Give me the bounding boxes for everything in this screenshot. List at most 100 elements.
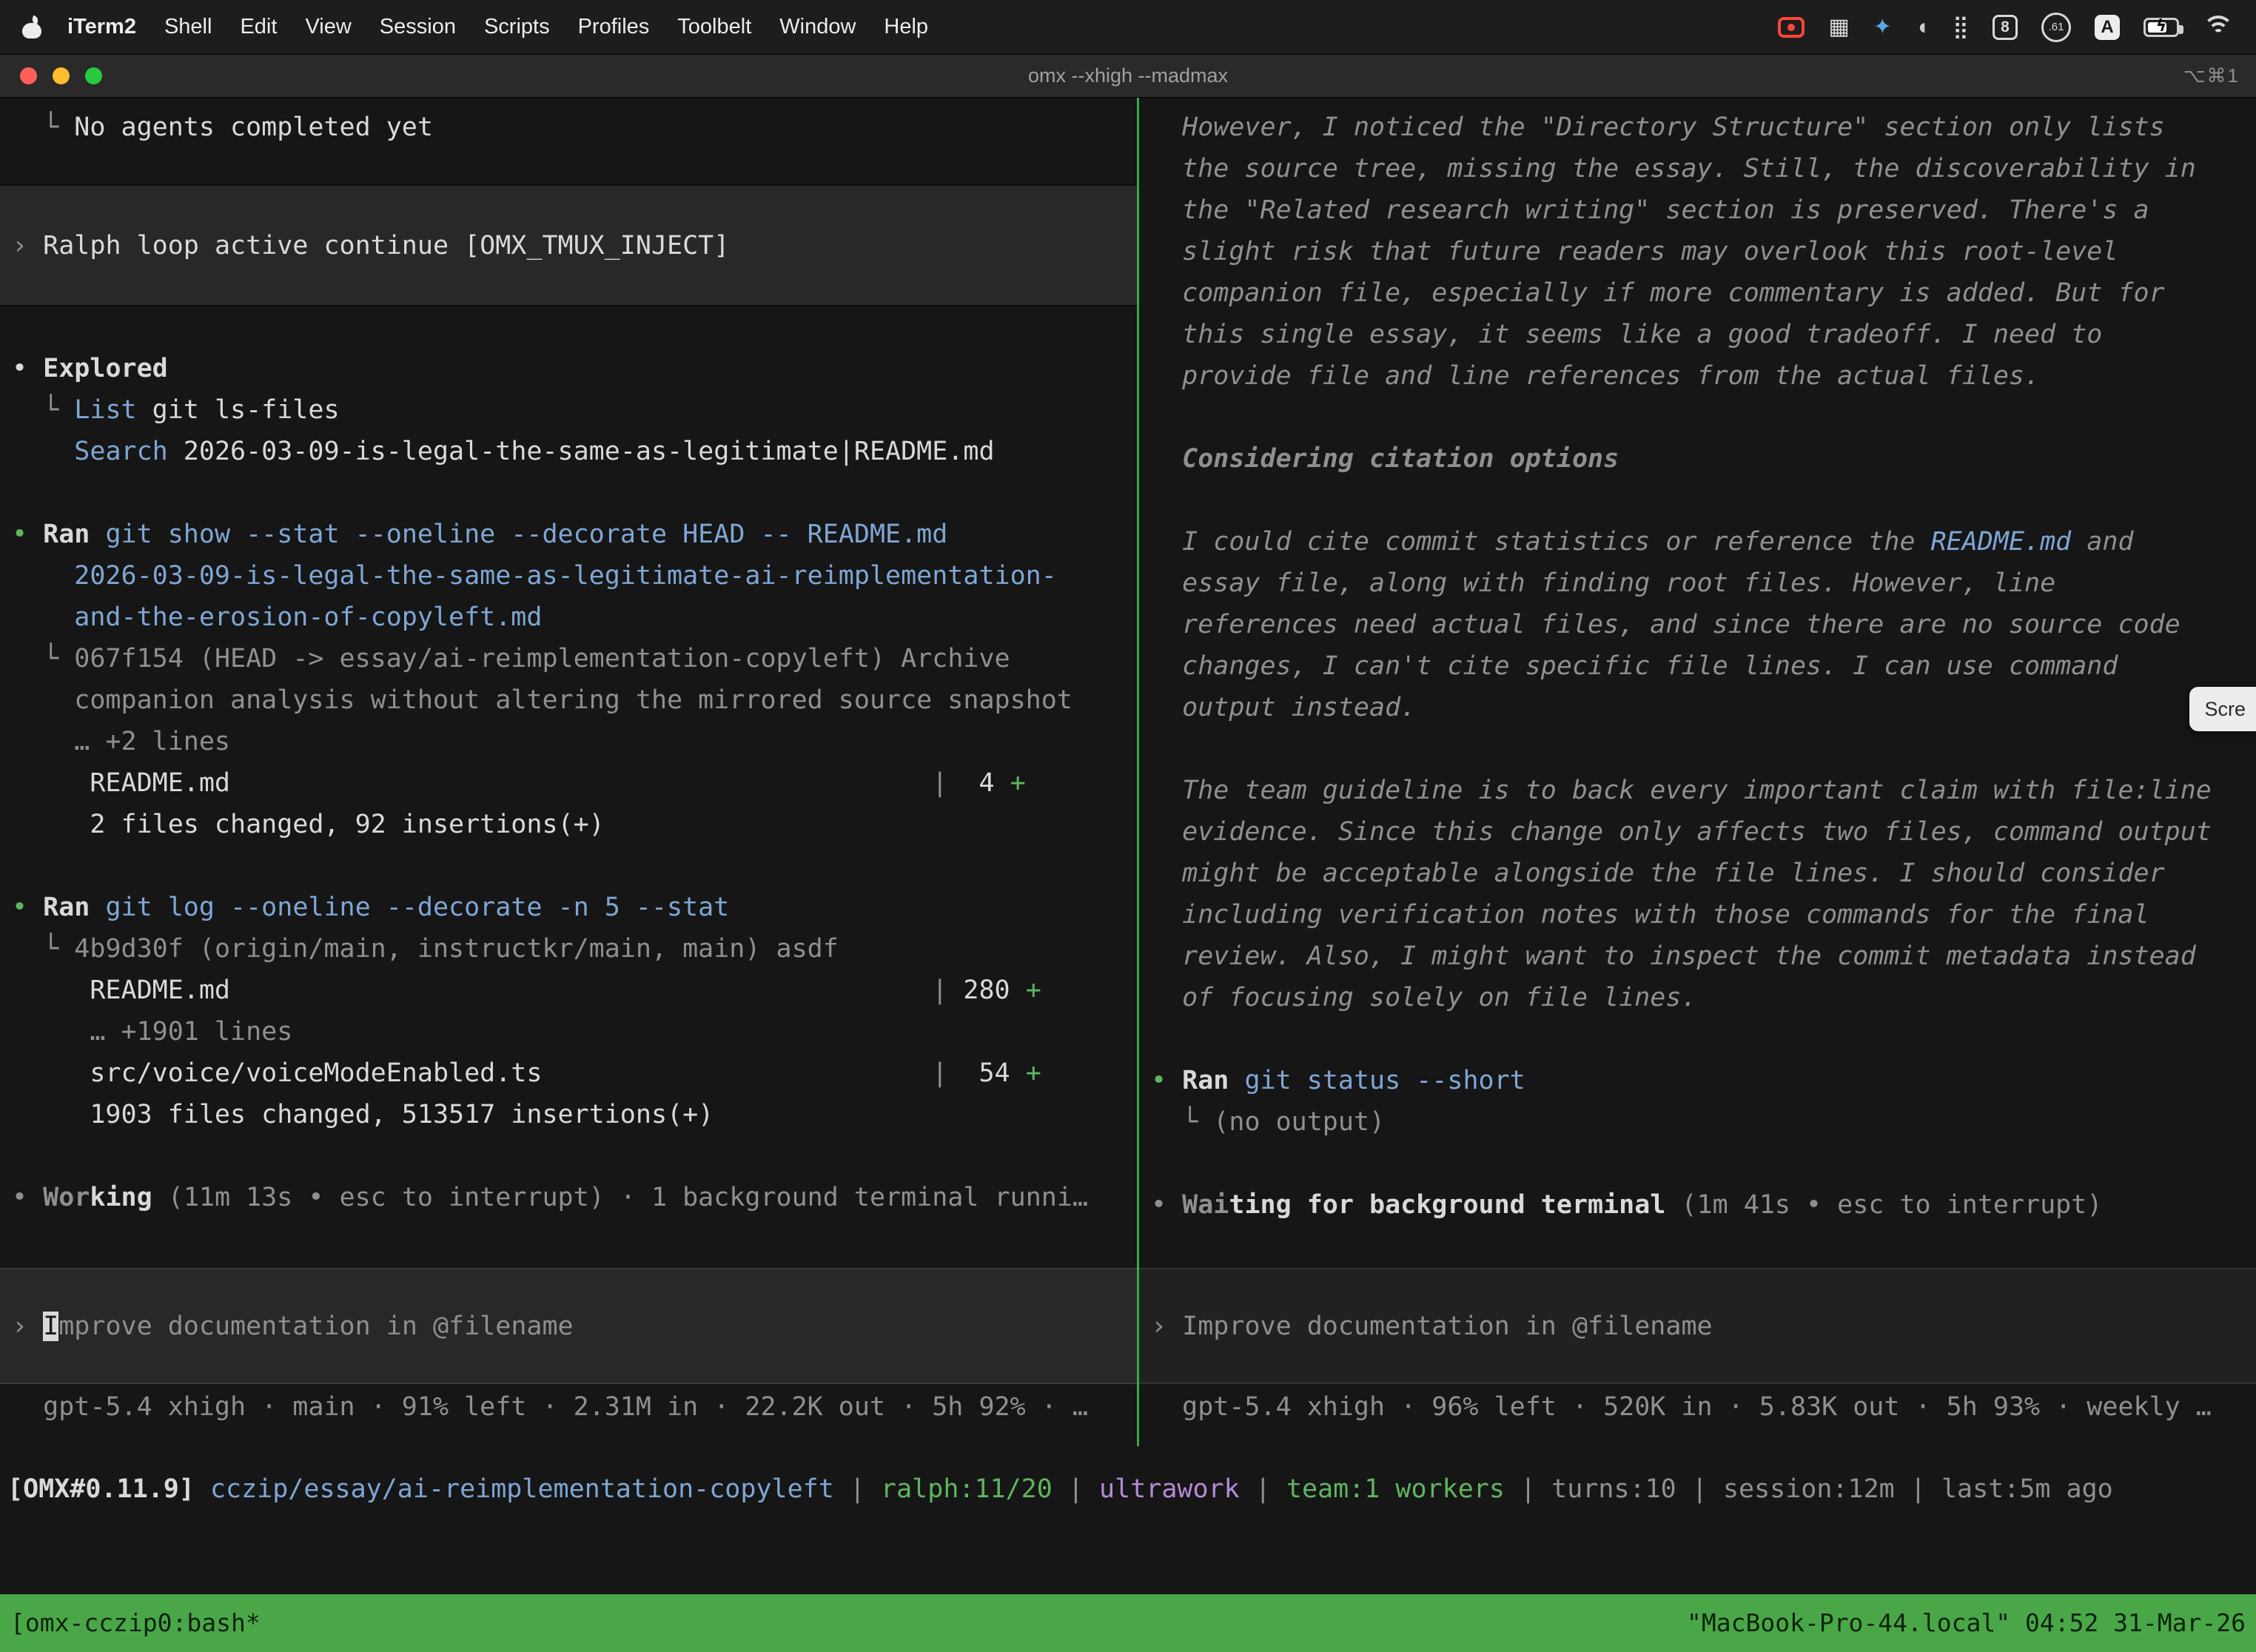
- window-grid-icon[interactable]: ▦: [1828, 16, 1849, 38]
- terminal-line: including verification notes with those …: [1139, 894, 2256, 936]
- text-run: README.md: [12, 976, 230, 1005]
- text-run: |: [834, 1474, 881, 1504]
- text-run: └: [12, 934, 74, 964]
- text-run: ting for background terminal: [1229, 1190, 1665, 1220]
- text-run: evidence. Since this change only affects…: [1151, 817, 2212, 847]
- tmux-host-clock-label: "MacBook-Pro-44.local" 04:52 31-Mar-26: [1687, 1594, 2246, 1652]
- terminal-line: src/voice/voiceModeEnabled.ts | 54 +: [0, 1052, 1137, 1094]
- explored-header: • Explored: [0, 348, 1137, 389]
- terminal-line: output instead.: [1139, 687, 2256, 728]
- text-run: |: [932, 976, 947, 1005]
- menu-item-toolbelt[interactable]: Toolbelt: [663, 15, 765, 39]
- text-run: essay file, along with finding root file…: [1151, 568, 2055, 598]
- text-run: output instead.: [1151, 693, 1416, 722]
- explored-item-list: └ List git ls-files: [0, 389, 1137, 431]
- terminal-line: changes, I can't cite specific file line…: [1139, 645, 2256, 687]
- text-run: [230, 976, 932, 1005]
- reasoning-heading: Considering citation options: [1139, 438, 2256, 480]
- menu-item-shell[interactable]: Shell: [150, 15, 226, 39]
- text-run: git log --oneline --decorate -n 5 --stat: [105, 893, 729, 922]
- terminal-line: The team guideline is to back every impo…: [1139, 770, 2256, 811]
- terminal-line: 1903 files changed, 513517 insertions(+): [0, 1094, 1137, 1135]
- text-run: slight risk that future readers may over…: [1151, 237, 2118, 266]
- text-run: •: [1151, 1190, 1182, 1220]
- screen-share-tab[interactable]: Scre: [2189, 687, 2256, 731]
- text-run: review. Also, I might want to inspect th…: [1151, 941, 2196, 971]
- model-status-line: gpt-5.4 xhigh · main · 91% left · 2.31M …: [0, 1386, 1137, 1428]
- text-run: and: [2071, 527, 2133, 557]
- blank-line: [1139, 1143, 2256, 1184]
- close-button[interactable]: [20, 67, 37, 84]
- text-run: •: [1151, 1066, 1182, 1095]
- text-run: 2 files changed, 92 insertions(+): [12, 810, 605, 839]
- text-run: README.md: [1931, 527, 2072, 557]
- menu-items: iTerm2ShellEditViewSessionScriptsProfile…: [53, 15, 942, 39]
- menu-item-session[interactable]: Session: [366, 15, 470, 39]
- text-run: [OMX#0.11.9]: [7, 1474, 210, 1504]
- menu-bar: iTerm2ShellEditViewSessionScriptsProfile…: [0, 0, 2256, 55]
- terminal-line: … +1901 lines: [0, 1011, 1137, 1052]
- text-run: +: [1010, 768, 1026, 798]
- menu-item-window[interactable]: Window: [765, 15, 870, 39]
- text-run: 1903 files changed, 513517 insertions(+): [12, 1100, 714, 1129]
- text-run: gpt-5.4 xhigh · 96% left · 520K in · 5.8…: [1151, 1392, 2212, 1422]
- text-run: mprove documentation in @filename: [58, 1312, 573, 1341]
- text-run: I could cite commit statistics or refere…: [1151, 527, 1931, 557]
- text-run: •: [12, 354, 43, 383]
- text-run: Ran: [43, 893, 105, 922]
- text-run: src/voice/voiceModeEnabled.ts: [12, 1058, 542, 1088]
- blank-line: [1139, 397, 2256, 438]
- text-run: README.md: [12, 768, 230, 798]
- terminal-line: evidence. Since this change only affects…: [1139, 811, 2256, 853]
- text-run: 067f154 (HEAD -> essay/ai-reimplementati…: [74, 644, 1010, 674]
- text-run: changes, I can't cite specific file line…: [1151, 651, 2118, 681]
- text-run: the "Related research writing" section i…: [1151, 195, 2149, 225]
- menu-item-iterm2[interactable]: iTerm2: [53, 15, 150, 39]
- wifi-icon[interactable]: [2203, 16, 2234, 39]
- menu-item-scripts[interactable]: Scripts: [470, 15, 564, 39]
- text-run: |: [1676, 1474, 1723, 1504]
- prompt-input-right[interactable]: › Improve documentation in @filename: [1139, 1268, 2256, 1384]
- battery-icon[interactable]: ϟ: [2143, 18, 2179, 37]
- text-run: 4b9d30f (origin/main, instructkr/main, m…: [74, 934, 839, 964]
- text-run: |: [932, 1058, 947, 1088]
- text-run: Wor: [43, 1183, 90, 1212]
- text-run: List: [74, 395, 136, 425]
- dark-app-icon[interactable]: ◖: [1916, 16, 1929, 38]
- menu-item-profiles[interactable]: Profiles: [564, 15, 664, 39]
- omx-status-region: [OMX#0.11.9] cczip/essay/ai-reimplementa…: [0, 1446, 2256, 1594]
- text-run: the source tree, missing the essay. Stil…: [1151, 154, 2196, 184]
- terminal-line: might be acceptable alongside the file l…: [1139, 853, 2256, 894]
- terminal-line: I could cite commit statistics or refere…: [1139, 521, 2256, 563]
- menu-item-help[interactable]: Help: [870, 15, 942, 39]
- pane-right[interactable]: However, I noticed the "Directory Struct…: [1139, 98, 2256, 1446]
- zoom-button[interactable]: [85, 67, 102, 84]
- terminal-line: this single essay, it seems like a good …: [1139, 314, 2256, 355]
- text-run: … +1901 lines: [12, 1017, 292, 1047]
- screen: iTerm2ShellEditViewSessionScriptsProfile…: [0, 0, 2256, 1652]
- text-run: 280: [947, 976, 1025, 1005]
- screen-recording-icon[interactable]: [1778, 17, 1805, 38]
- apple-menu-icon[interactable]: [22, 16, 41, 38]
- dots-grid-icon[interactable]: ⣿: [1953, 16, 1969, 38]
- text-run: Ran: [43, 520, 105, 549]
- input-source-icon[interactable]: A: [2095, 15, 2120, 40]
- prompt-input[interactable]: › Improve documentation in @filename: [0, 1268, 1137, 1384]
- pane-left[interactable]: └ No agents completed yet› Ralph loop ac…: [0, 98, 1137, 1446]
- agents-status-line: └ No agents completed yet: [0, 107, 1137, 148]
- minimize-button[interactable]: [53, 67, 70, 84]
- blue-app-icon[interactable]: ✦: [1873, 16, 1892, 38]
- battery-gauge-icon[interactable]: .61: [2041, 13, 2071, 42]
- menu-item-edit[interactable]: Edit: [226, 15, 291, 39]
- text-run: (1m 41s • esc to interrupt): [1665, 1190, 2102, 1220]
- text-run: However, I noticed the "Directory Struct…: [1151, 113, 2165, 142]
- text-run: companion file, especially if more comme…: [1151, 278, 2165, 308]
- text-run: Wai: [1182, 1190, 1229, 1220]
- key-8-icon[interactable]: 8: [1993, 15, 2018, 40]
- text-run: git show --stat --oneline --decorate HEA…: [105, 520, 947, 549]
- working-status-line: • Working (11m 13s • esc to interrupt) ·…: [0, 1177, 1137, 1218]
- text-run: Ran: [1182, 1066, 1244, 1095]
- text-run: [12, 437, 74, 466]
- menu-item-view[interactable]: View: [291, 15, 365, 39]
- terminal-line: the "Related research writing" section i…: [1139, 189, 2256, 231]
